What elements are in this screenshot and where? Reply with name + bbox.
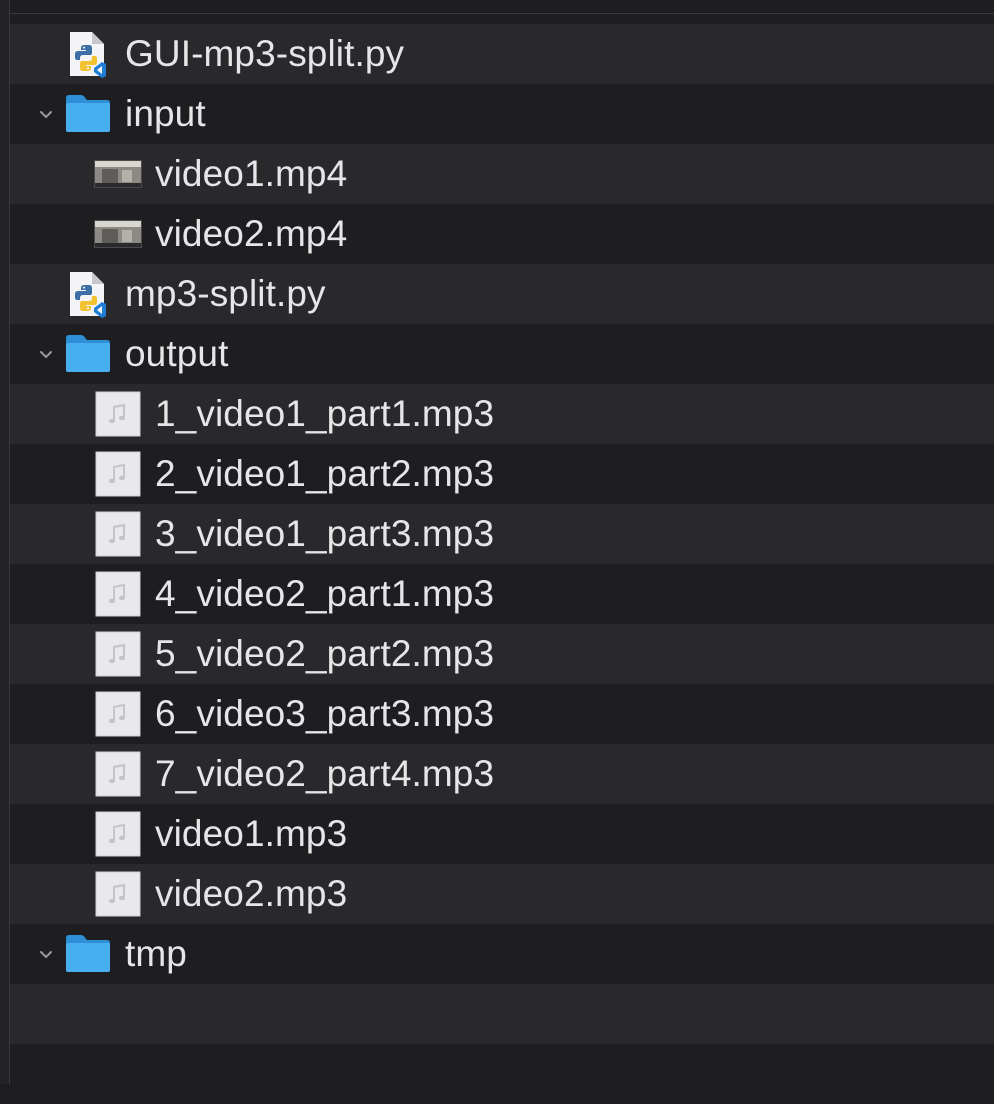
audio-file-icon — [94, 690, 142, 743]
folder-name: input — [125, 93, 206, 134]
list-item-video2-mp3[interactable]: video2.mp3 — [10, 864, 994, 924]
file-name: video1.mp3 — [155, 813, 348, 854]
list-item-5-video2-part2-mp3[interactable]: 5_video2_part2.mp3 — [10, 624, 994, 684]
video-thumbnail-icon — [94, 150, 142, 203]
audio-file-icon — [94, 630, 142, 683]
file-name: GUI-mp3-split.py — [125, 33, 405, 74]
audio-file-icon — [94, 870, 142, 923]
list-item-gui-mp3-split-py[interactable]: GUI-mp3-split.py — [10, 24, 994, 84]
list-item-7-video2-part4-mp3[interactable]: 7_video2_part4.mp3 — [10, 744, 994, 804]
audio-file-icon — [94, 510, 142, 563]
list-header-divider — [10, 0, 994, 14]
list-item-video1-mp3[interactable]: video1.mp3 — [10, 804, 994, 864]
empty-row — [10, 984, 994, 1044]
empty-row — [10, 1044, 994, 1104]
file-name: video1.mp4 — [155, 153, 348, 194]
list-item-2-video1-part2-mp3[interactable]: 2_video1_part2.mp3 — [10, 444, 994, 504]
file-name: 3_video1_part3.mp3 — [155, 513, 495, 554]
folder-icon — [64, 90, 112, 139]
audio-file-icon — [94, 450, 142, 503]
list-item-folder-tmp[interactable]: tmp — [10, 924, 994, 984]
file-name: 6_video3_part3.mp3 — [155, 693, 495, 734]
python-file-icon — [64, 30, 108, 83]
list-item-6-video3-part3-mp3[interactable]: 6_video3_part3.mp3 — [10, 684, 994, 744]
list-item-mp3-split-py[interactable]: mp3-split.py — [10, 264, 994, 324]
list-item-folder-output[interactable]: output — [10, 324, 994, 384]
audio-file-icon — [94, 750, 142, 803]
chevron-down-icon[interactable] — [36, 104, 56, 124]
list-item-4-video2-part1-mp3[interactable]: 4_video2_part1.mp3 — [10, 564, 994, 624]
file-list: GUI-mp3-split.py input video1.mp4 video2… — [10, 24, 994, 1104]
file-name: 7_video2_part4.mp3 — [155, 753, 495, 794]
folder-name: output — [125, 333, 229, 374]
list-item-video2-mp4[interactable]: video2.mp4 — [10, 204, 994, 264]
file-name: video2.mp4 — [155, 213, 348, 254]
file-name: 2_video1_part2.mp3 — [155, 453, 495, 494]
file-name: 5_video2_part2.mp3 — [155, 633, 495, 674]
window-left-edge — [0, 0, 10, 1084]
list-item-video1-mp4[interactable]: video1.mp4 — [10, 144, 994, 204]
file-name: mp3-split.py — [125, 273, 326, 314]
video-thumbnail-icon — [94, 210, 142, 263]
folder-icon — [64, 330, 112, 379]
chevron-down-icon[interactable] — [36, 344, 56, 364]
chevron-down-icon[interactable] — [36, 944, 56, 964]
audio-file-icon — [94, 390, 142, 443]
audio-file-icon — [94, 810, 142, 863]
file-name: video2.mp3 — [155, 873, 348, 914]
audio-file-icon — [94, 570, 142, 623]
list-item-3-video1-part3-mp3[interactable]: 3_video1_part3.mp3 — [10, 504, 994, 564]
folder-name: tmp — [125, 933, 187, 974]
file-name: 4_video2_part1.mp3 — [155, 573, 495, 614]
file-name: 1_video1_part1.mp3 — [155, 393, 495, 434]
python-file-icon — [64, 270, 108, 323]
list-item-1-video1-part1-mp3[interactable]: 1_video1_part1.mp3 — [10, 384, 994, 444]
folder-icon — [64, 930, 112, 979]
list-item-folder-input[interactable]: input — [10, 84, 994, 144]
